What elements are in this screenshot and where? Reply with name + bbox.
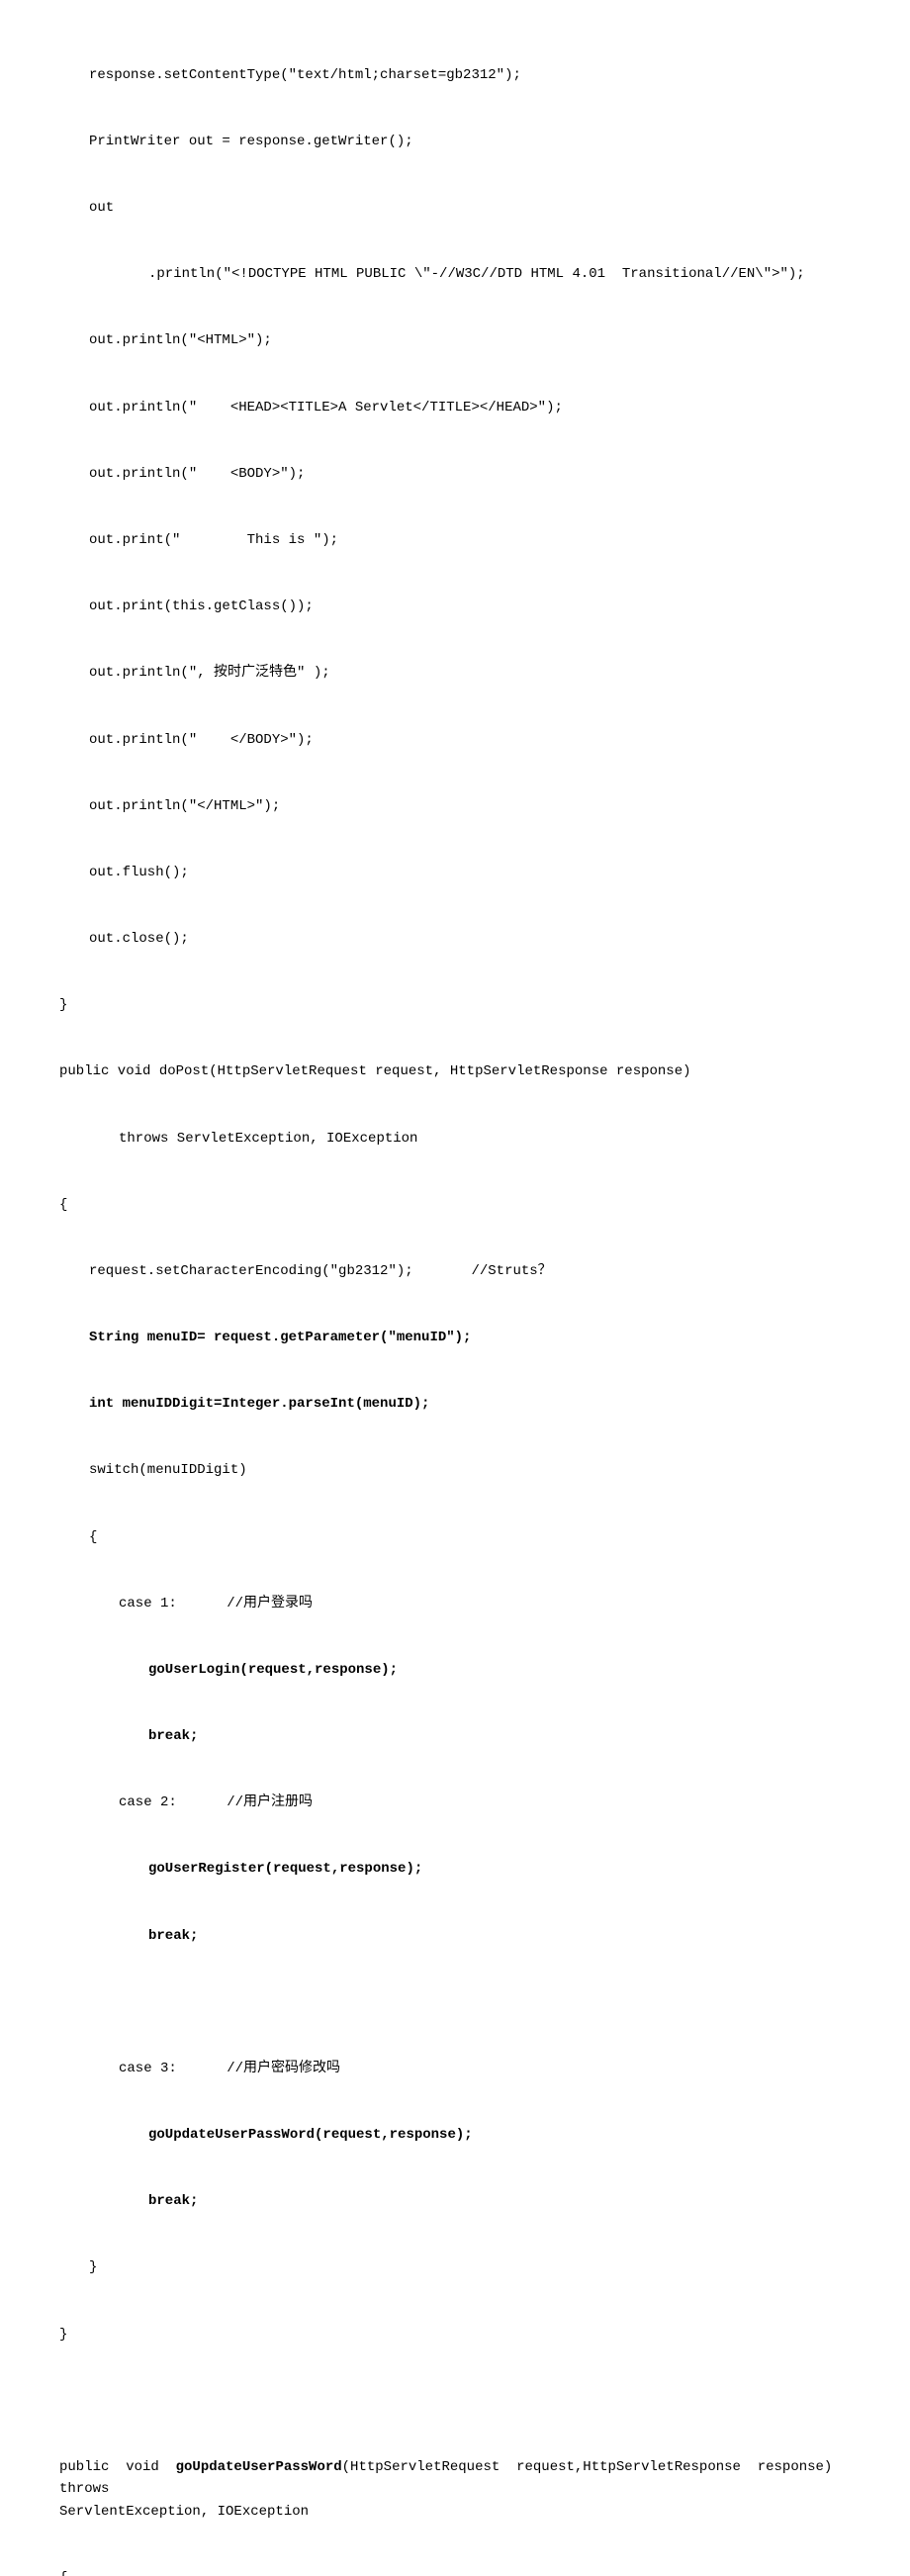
code-line: PrintWriter out = response.getWriter(); [89, 131, 880, 152]
code-line: break; [148, 2190, 880, 2212]
code-line: out.println(" <HEAD><TITLE>A Servlet</TI… [89, 397, 880, 418]
code-line: goUpdateUserPassWord(request,response); [148, 2124, 880, 2146]
code-line: out.flush(); [89, 862, 880, 883]
code-line [30, 2390, 880, 2412]
code-line: public void doPost(HttpServletRequest re… [59, 1060, 880, 1082]
code-line: out.println("<HTML>"); [89, 329, 880, 351]
code-line: case 1: //用户登录吗 [119, 1593, 880, 1614]
code-line: case 3: //用户密码修改吗 [119, 2058, 880, 2079]
code-line: out [89, 197, 880, 219]
code-line [30, 1991, 880, 2013]
code-line: throws ServletException, IOException [119, 1128, 880, 1150]
code-line: request.setCharacterEncoding("gb2312"); … [89, 1260, 880, 1282]
code-block: response.setContentType("text/html;chars… [30, 20, 880, 2576]
code-line: public void goUpdateUserPassWord(HttpSer… [59, 2456, 880, 2523]
code-line: } [89, 2256, 880, 2278]
code-line: { [59, 2567, 880, 2576]
code-line: goUserRegister(request,response); [148, 1858, 880, 1880]
code-line: { [59, 1194, 880, 1216]
code-line: out.println(" </BODY>"); [89, 729, 880, 751]
code-line: switch(menuIDDigit) [89, 1459, 880, 1481]
code-line: out.close(); [89, 928, 880, 950]
code-line: break; [148, 1725, 880, 1747]
code-line: response.setContentType("text/html;chars… [89, 64, 880, 86]
code-line: out.println("</HTML>"); [89, 795, 880, 817]
code-line: out.println(", 按时广泛特色" ); [89, 662, 880, 684]
code-line: } [59, 994, 880, 1016]
code-line: case 2: //用户注册吗 [119, 1792, 880, 1813]
code-line: out.print(" This is "); [89, 529, 880, 551]
code-line: { [89, 1526, 880, 1548]
code-line: break; [148, 1925, 880, 1947]
code-line: goUserLogin(request,response); [148, 1659, 880, 1681]
code-line: int menuIDDigit=Integer.parseInt(menuID)… [89, 1393, 880, 1415]
code-line: String menuID= request.getParameter("men… [89, 1327, 880, 1348]
code-line: out.println(" <BODY>"); [89, 463, 880, 485]
code-line: } [59, 2324, 880, 2346]
code-line: out.print(this.getClass()); [89, 596, 880, 617]
code-line: .println("<!DOCTYPE HTML PUBLIC \"-//W3C… [148, 263, 880, 285]
